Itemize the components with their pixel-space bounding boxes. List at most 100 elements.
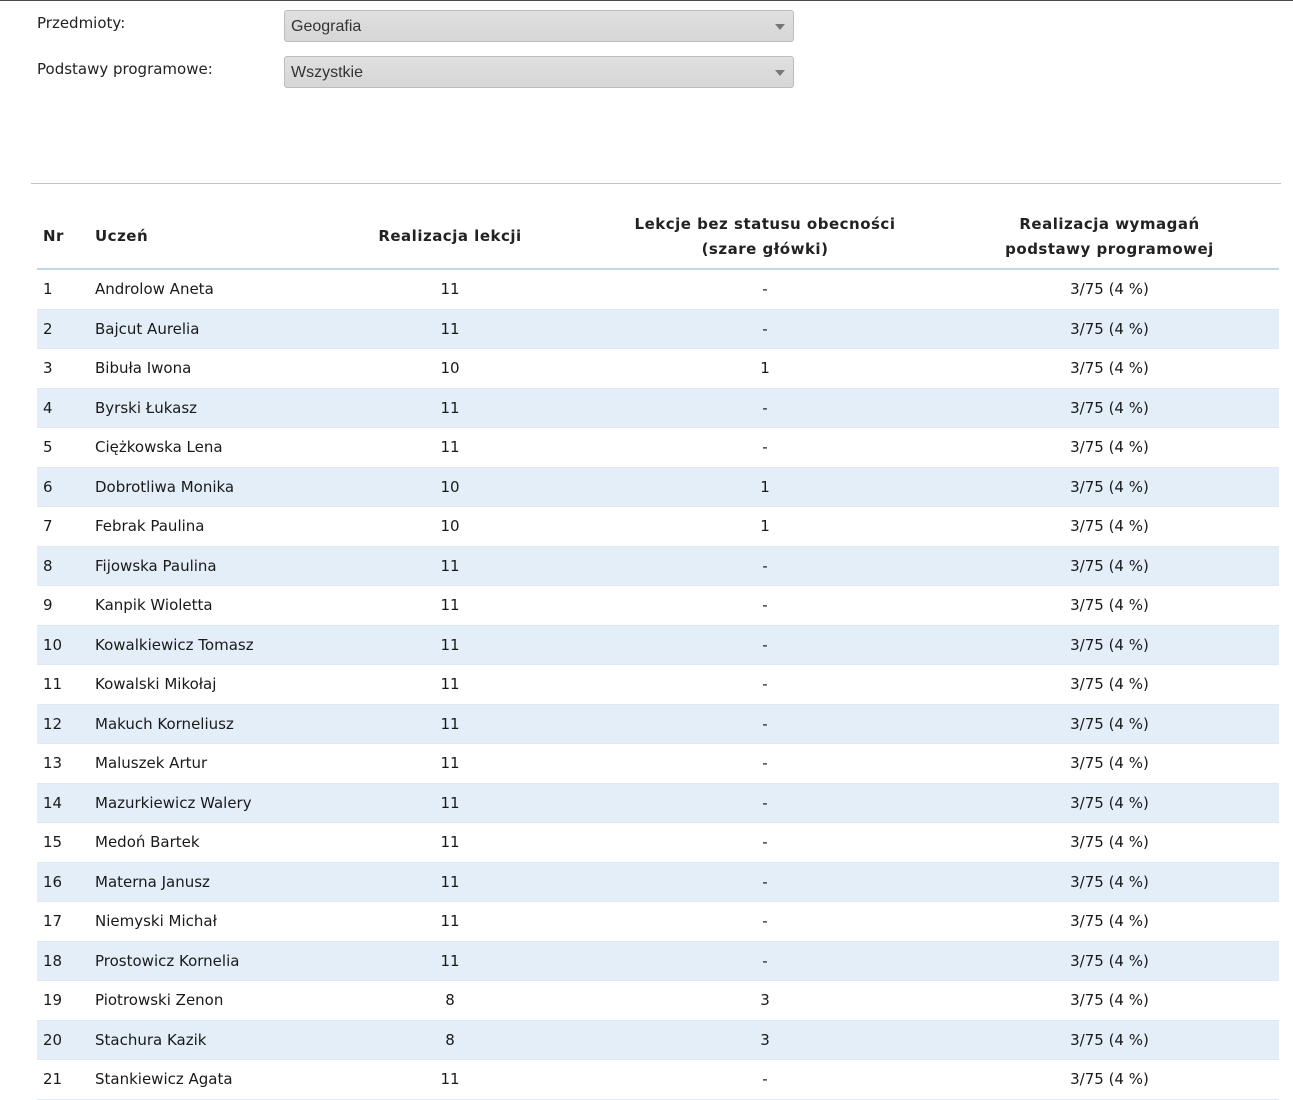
chevron-down-icon <box>775 24 785 30</box>
cell-no-status: - <box>590 585 940 626</box>
subject-label: Przedmioty: <box>37 14 126 32</box>
cell-student-name: Niemyski Michał <box>95 901 310 942</box>
cell-student-name: Kanpik Wioletta <box>95 585 310 626</box>
cell-no-status: - <box>590 625 940 665</box>
table-row: 10 Kowalkiewicz Tomasz 11-3/75 (4 %) <box>37 625 1279 665</box>
cell-requirements: 3/75 (4 %) <box>940 585 1279 626</box>
cell-student-name: Medoń Bartek <box>95 822 310 863</box>
cell-lessons: 8 <box>310 980 590 1021</box>
cell-student-name: Androlow Aneta <box>95 269 310 310</box>
curriculum-select[interactable]: Wszystkie <box>284 56 794 88</box>
cell-student-name: Bibuła Iwona <box>95 348 310 389</box>
cell-no-status: - <box>590 546 940 586</box>
cell-lessons: 11 <box>310 743 590 784</box>
cell-nr: 19 <box>37 980 95 1021</box>
header-no-status: Lekcje bez statusu obecności (szare głów… <box>590 205 940 270</box>
cell-lessons: 11 <box>310 1059 590 1100</box>
cell-nr: 1 <box>37 269 95 310</box>
table-row: 14 Mazurkiewicz Walery 11-3/75 (4 %) <box>37 783 1279 823</box>
cell-no-status: - <box>590 269 940 310</box>
cell-no-status: 3 <box>590 1020 940 1060</box>
cell-student-name: Kowalski Mikołaj <box>95 664 310 705</box>
table-row: 20 Stachura Kazik 8 3 3/75 (4 %) <box>37 1020 1279 1060</box>
cell-student-name: Byrski Łukasz <box>95 388 310 428</box>
cell-no-status: 1 <box>590 506 940 547</box>
table-row: 8 Fijowska Paulina 11-3/75 (4 %) <box>37 546 1279 586</box>
cell-student-name: Fijowska Paulina <box>95 546 310 586</box>
header-no-status-line2: (szare główki) <box>701 239 829 258</box>
subject-filter: Przedmioty: Geografia <box>37 10 797 44</box>
subject-select-value: Geografia <box>291 18 362 35</box>
cell-nr: 3 <box>37 348 95 389</box>
curriculum-label: Podstawy programowe: <box>37 60 213 78</box>
cell-lessons: 10 <box>310 506 590 547</box>
table-header-row: Nr Uczeń Realizacja lekcji Lekcje bez st… <box>37 205 1279 270</box>
cell-nr: 8 <box>37 546 95 586</box>
cell-nr: 18 <box>37 941 95 981</box>
cell-no-status: - <box>590 941 940 981</box>
header-nr: Nr <box>37 205 95 270</box>
cell-nr: 7 <box>37 506 95 547</box>
cell-requirements: 3/75 (4 %) <box>940 704 1279 744</box>
cell-no-status: - <box>590 901 940 942</box>
cell-requirements: 3/75 (4 %) <box>940 980 1279 1021</box>
cell-student-name: Bajcut Aurelia <box>95 309 310 349</box>
table-row: 19 Piotrowski Zenon 8 3 3/75 (4 %) <box>37 980 1279 1021</box>
students-table: Nr Uczeń Realizacja lekcji Lekcje bez st… <box>37 205 1279 1100</box>
cell-lessons: 11 <box>310 783 590 823</box>
cell-requirements: 3/75 (4 %) <box>940 743 1279 784</box>
curriculum-select-value: Wszystkie <box>291 64 363 81</box>
cell-lessons: 11 <box>310 941 590 981</box>
cell-lessons: 10 <box>310 467 590 507</box>
table-row: 1 Androlow Aneta 11-3/75 (4 %) <box>37 269 1279 310</box>
cell-nr: 12 <box>37 704 95 744</box>
cell-no-status: - <box>590 1059 940 1100</box>
cell-student-name: Stachura Kazik <box>95 1020 310 1060</box>
cell-lessons: 11 <box>310 388 590 428</box>
cell-no-status: - <box>590 743 940 784</box>
cell-lessons: 8 <box>310 1020 590 1060</box>
table-row: 2 Bajcut Aurelia 11-3/75 (4 %) <box>37 309 1279 349</box>
cell-requirements: 3/75 (4 %) <box>940 941 1279 981</box>
header-no-status-line1: Lekcje bez statusu obecności <box>634 214 896 233</box>
table-row: 6 Dobrotliwa Monika 10 1 3/75 (4 %) <box>37 467 1279 507</box>
table-row: 4 Byrski Łukasz 11-3/75 (4 %) <box>37 388 1279 428</box>
chevron-down-icon <box>775 70 785 76</box>
table-row: 21 Stankiewicz Agata 11-3/75 (4 %) <box>37 1059 1279 1100</box>
cell-requirements: 3/75 (4 %) <box>940 901 1279 942</box>
cell-nr: 17 <box>37 901 95 942</box>
cell-requirements: 3/75 (4 %) <box>940 348 1279 389</box>
table-row: 9 Kanpik Wioletta 11-3/75 (4 %) <box>37 585 1279 626</box>
cell-no-status: - <box>590 664 940 705</box>
cell-lessons: 11 <box>310 625 590 665</box>
cell-requirements: 3/75 (4 %) <box>940 822 1279 863</box>
table-row: 3 Bibuła Iwona 10 1 3/75 (4 %) <box>37 348 1279 389</box>
cell-nr: 21 <box>37 1059 95 1100</box>
cell-nr: 10 <box>37 625 95 665</box>
cell-no-status: - <box>590 309 940 349</box>
cell-no-status: - <box>590 388 940 428</box>
cell-nr: 11 <box>37 664 95 705</box>
cell-requirements: 3/75 (4 %) <box>940 309 1279 349</box>
cell-requirements: 3/75 (4 %) <box>940 664 1279 705</box>
cell-no-status: 3 <box>590 980 940 1021</box>
section-divider <box>31 183 1281 184</box>
table-row: 7 Febrak Paulina 10 1 3/75 (4 %) <box>37 506 1279 547</box>
cell-requirements: 3/75 (4 %) <box>940 467 1279 507</box>
table-row: 5 Ciężkowska Lena 11-3/75 (4 %) <box>37 427 1279 468</box>
cell-requirements: 3/75 (4 %) <box>940 625 1279 665</box>
top-border <box>0 0 1293 1</box>
cell-lessons: 11 <box>310 546 590 586</box>
cell-student-name: Febrak Paulina <box>95 506 310 547</box>
cell-no-status: - <box>590 783 940 823</box>
cell-student-name: Kowalkiewicz Tomasz <box>95 625 310 665</box>
cell-nr: 16 <box>37 862 95 902</box>
cell-nr: 13 <box>37 743 95 784</box>
cell-requirements: 3/75 (4 %) <box>940 269 1279 310</box>
subject-select[interactable]: Geografia <box>284 10 794 42</box>
cell-lessons: 11 <box>310 862 590 902</box>
header-student: Uczeń <box>95 205 310 270</box>
cell-student-name: Dobrotliwa Monika <box>95 467 310 507</box>
cell-requirements: 3/75 (4 %) <box>940 546 1279 586</box>
cell-student-name: Materna Janusz <box>95 862 310 902</box>
